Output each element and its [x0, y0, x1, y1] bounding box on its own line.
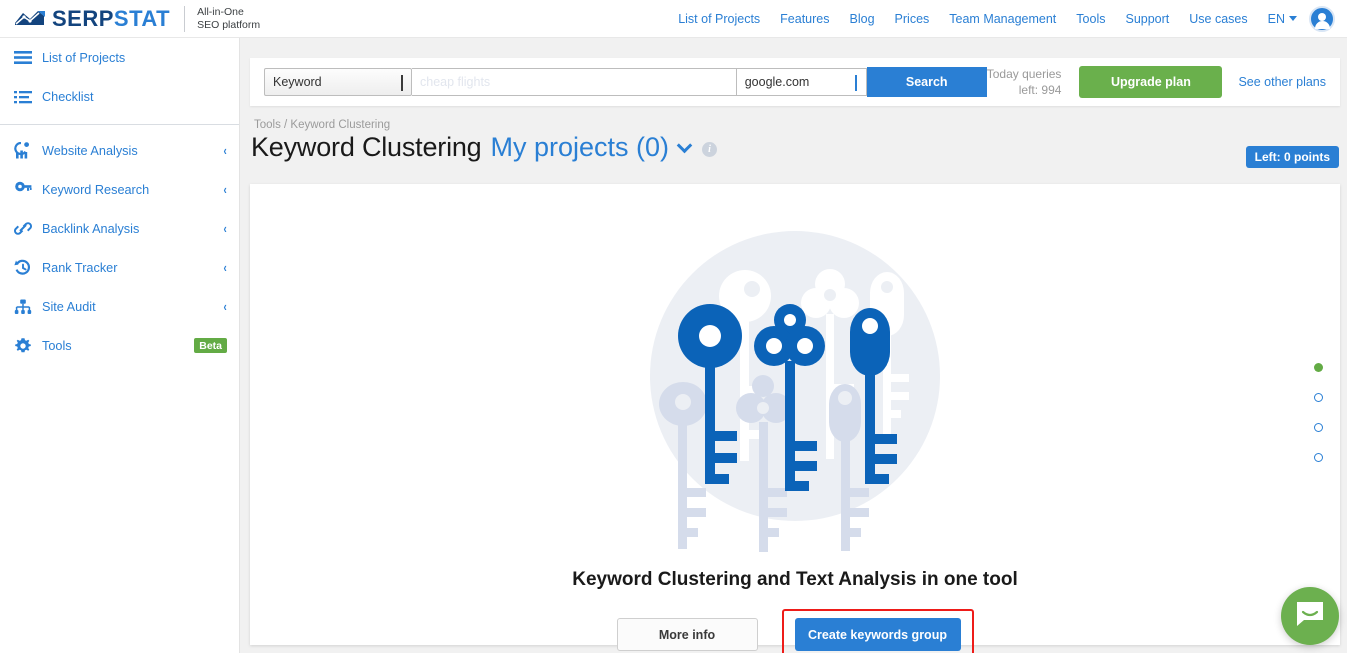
gear-icon [10, 337, 36, 355]
sidebar-item-label: Checklist [42, 89, 94, 104]
checklist-icon [10, 90, 36, 104]
search-mode-select[interactable]: Keyword [264, 68, 412, 96]
sitemap-icon [10, 299, 36, 315]
search-card: Keyword google.com Search Today queries … [250, 58, 1340, 106]
chevron-left-icon: ‹ [223, 143, 227, 158]
chevron-down-icon [854, 75, 857, 91]
top-navigation: List of Projects Features Blog Prices Te… [668, 5, 1347, 32]
beta-badge: Beta [194, 338, 227, 353]
sidebar-item-label: Site Audit [42, 299, 96, 314]
topnav-item-tools[interactable]: Tools [1066, 12, 1115, 26]
chevron-left-icon: ‹ [223, 260, 227, 275]
app-root: SERPSTAT All-in-One SEO platform List of… [0, 0, 1347, 653]
topnav-item-prices[interactable]: Prices [885, 12, 940, 26]
sidebar-item-backlink-analysis[interactable]: Backlink Analysis ‹ [0, 209, 239, 248]
empty-state-actions: More info Create keywords group [250, 609, 1340, 653]
sidebar-item-rank-tracker[interactable]: Rank Tracker ‹ [0, 248, 239, 287]
chevron-left-icon: ‹ [223, 299, 227, 314]
sidebar-item-checklist[interactable]: Checklist [0, 77, 239, 116]
logo-divider [184, 5, 186, 32]
carousel-dot-3[interactable] [1314, 423, 1323, 432]
info-circle-icon[interactable]: i [702, 142, 718, 157]
keys-illustration-icon [615, 196, 975, 561]
serpstat-wave-logo-icon [14, 9, 46, 29]
search-button[interactable]: Search [866, 67, 987, 97]
carousel-dot-4[interactable] [1314, 453, 1323, 462]
sidebar-item-label: Tools [42, 338, 72, 353]
search-database-value: google.com [744, 75, 810, 89]
create-keywords-group-button[interactable]: Create keywords group [794, 618, 961, 651]
user-avatar-icon[interactable] [1309, 5, 1335, 32]
highlight-outline: Create keywords group [781, 609, 974, 653]
left-sidebar: List of Projects Checklist Website Analy… [0, 38, 240, 653]
search-input[interactable] [412, 68, 736, 96]
sidebar-item-label: Rank Tracker [42, 260, 118, 275]
page-title: Keyword Clustering [251, 132, 482, 162]
quota-line-2: left: 994 [1018, 83, 1062, 97]
sidebar-item-site-audit[interactable]: Site Audit ‹ [0, 287, 239, 326]
sidebar-item-label: Keyword Research [42, 182, 150, 197]
topnav-item-team-management[interactable]: Team Management [939, 12, 1066, 26]
more-info-button[interactable]: More info [616, 618, 758, 651]
quota-line-1: Today queries [986, 67, 1062, 81]
topnav-item-list-of-projects[interactable]: List of Projects [668, 12, 770, 26]
chevron-down-icon[interactable] [676, 137, 693, 154]
language-label: EN [1267, 11, 1285, 26]
brand-name-dark: SERP [52, 5, 114, 31]
carousel-dot-1[interactable] [1314, 363, 1323, 372]
chevron-down-icon [401, 75, 403, 91]
see-other-plans-link[interactable]: See other plans [1238, 75, 1326, 89]
language-selector[interactable]: EN [1258, 12, 1301, 26]
topnav-item-use-cases[interactable]: Use cases [1179, 12, 1257, 26]
empty-state-headline: Keyword Clustering and Text Analysis in … [572, 569, 1018, 590]
chevron-left-icon: ‹ [223, 182, 227, 197]
sidebar-item-tools[interactable]: Tools Beta [0, 326, 239, 365]
main-content: Keyword google.com Search Today queries … [240, 38, 1347, 653]
chat-widget-button[interactable] [1281, 587, 1339, 645]
upgrade-plan-button[interactable]: Upgrade plan [1079, 66, 1223, 98]
search-mode-value: Keyword [273, 75, 322, 89]
topnav-item-support[interactable]: Support [1115, 12, 1179, 26]
project-selector[interactable]: My projects (0) [491, 132, 670, 163]
key-icon [10, 181, 36, 198]
chat-bubble-smile-icon [1295, 600, 1325, 633]
breadcrumb[interactable]: Tools / Keyword Clustering [254, 119, 390, 131]
search-row: Keyword google.com Search Today queries … [250, 58, 1340, 106]
top-header-bar: SERPSTAT All-in-One SEO platform List of… [0, 0, 1347, 38]
sidebar-divider [0, 124, 239, 125]
brand-tagline: All-in-One SEO platform [197, 6, 261, 31]
analytics-chart-icon [10, 142, 36, 159]
query-quota: Today queries left: 994 [987, 66, 1062, 98]
chevron-left-icon: ‹ [223, 221, 227, 236]
history-clock-icon [10, 259, 36, 276]
search-database-select[interactable]: google.com [735, 68, 867, 96]
points-badge: Left: 0 points [1245, 146, 1339, 168]
sidebar-item-label: List of Projects [42, 50, 126, 65]
hamburger-menu-icon [10, 50, 36, 65]
chevron-down-icon [1289, 16, 1297, 21]
sidebar-item-label: Website Analysis [42, 143, 138, 158]
carousel-dots [1314, 363, 1323, 462]
sidebar-item-website-analysis[interactable]: Website Analysis ‹ [0, 131, 239, 170]
empty-state-card: Keyword Clustering and Text Analysis in … [250, 184, 1340, 653]
sidebar-item-list-of-projects[interactable]: List of Projects [0, 38, 239, 77]
link-chain-icon [10, 220, 36, 237]
sidebar-item-keyword-research[interactable]: Keyword Research ‹ [0, 170, 239, 209]
brand-name-light: STAT [113, 5, 171, 31]
brand-name: SERPSTAT [52, 5, 171, 31]
carousel-dot-2[interactable] [1314, 393, 1323, 402]
topnav-item-features[interactable]: Features [770, 12, 839, 26]
topnav-item-blog[interactable]: Blog [840, 12, 885, 26]
page-title-row: Keyword Clustering My projects (0) i [251, 132, 718, 163]
sidebar-item-label: Backlink Analysis [42, 221, 140, 236]
brand-logo[interactable]: SERPSTAT [0, 5, 171, 31]
